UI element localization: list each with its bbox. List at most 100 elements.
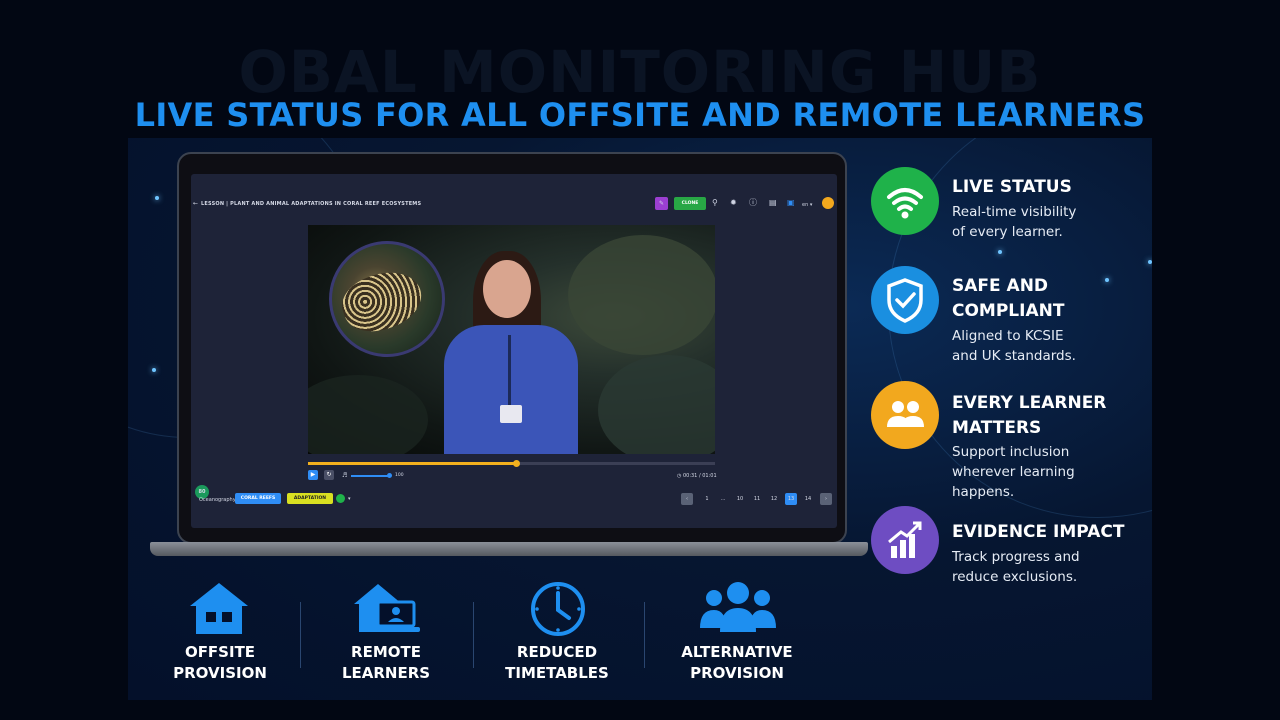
video-player[interactable]	[308, 225, 715, 454]
play-button[interactable]: ▶	[308, 470, 318, 480]
feature-title-safe-compliant: SAFE AND COMPLIANT	[952, 274, 1064, 324]
laptop-base	[150, 542, 868, 556]
page-title: LIVE STATUS FOR ALL OFFSITE AND REMOTE L…	[134, 96, 1146, 134]
feature-desc-every-learner: Support inclusion wherever learning happ…	[952, 442, 1075, 502]
page-10[interactable]: 10	[734, 493, 746, 505]
category-remote-learners: REMOTE LEARNERS	[326, 642, 446, 684]
divider	[644, 602, 645, 668]
feature-title-live-status: LIVE STATUS	[952, 177, 1072, 197]
next-page-button[interactable]: ›	[820, 493, 832, 505]
category-label-line: REDUCED	[516, 643, 598, 661]
category-reduced-timetables: REDUCED TIMETABLES	[497, 642, 617, 684]
feature-desc-line: of every learner.	[952, 224, 1063, 240]
feature-title-line: COMPLIANT	[952, 301, 1065, 321]
video-progress-bar[interactable]	[308, 460, 715, 467]
category-label-line: PROVISION	[690, 664, 784, 682]
volume-slider[interactable]	[351, 475, 389, 477]
video-time-text: 00:31 / 01:01	[682, 473, 717, 479]
glow-dot	[998, 250, 1002, 254]
breadcrumb: LESSON | PLANT AND ANIMAL ADAPTATIONS IN…	[201, 201, 421, 207]
category-label-line: PROVISION	[173, 664, 267, 682]
breadcrumb-lesson-title: PLANT AND ANIMAL ADAPTATIONS IN CORAL RE…	[230, 201, 422, 207]
clock-icon	[529, 580, 587, 642]
home-laptop-icon	[352, 580, 422, 640]
tag-coral-reefs[interactable]: CORAL REEFS	[235, 493, 281, 504]
presenter-body	[444, 325, 578, 454]
divider	[473, 602, 474, 668]
moray-eel	[335, 261, 429, 342]
video-progress-handle[interactable]	[512, 460, 520, 467]
feature-desc-line: happens.	[952, 484, 1015, 500]
volume-label: 100	[395, 473, 404, 478]
feature-desc-live-status: Real-time visibility of every learner.	[952, 202, 1076, 242]
moray-eel-inset	[329, 241, 445, 357]
replay-button[interactable]: ↻	[324, 470, 334, 480]
category-offsite-provision: OFFSITE PROVISION	[160, 642, 280, 684]
chevron-down-icon[interactable]: ▾	[348, 496, 351, 502]
category-label-line: LEARNERS	[341, 664, 431, 682]
pen-icon[interactable]: ✎	[655, 197, 668, 210]
page-13-active[interactable]: 13	[785, 493, 797, 505]
feature-desc-line: Support inclusion	[952, 444, 1070, 460]
feature-title-line: EVERY LEARNER	[952, 393, 1107, 413]
house-icon	[186, 580, 252, 640]
volume-handle[interactable]	[387, 473, 392, 478]
tag-adaptation-label: ADAPTATION	[293, 496, 327, 501]
chart-up-icon	[871, 506, 939, 574]
feature-desc-evidence-impact: Track progress and reduce exclusions.	[952, 547, 1080, 587]
feature-title-every-learner: EVERY LEARNER MATTERS	[952, 391, 1106, 441]
category-label-line: ALTERNATIVE	[681, 643, 793, 661]
feature-title-line: MATTERS	[952, 418, 1042, 438]
category-alternative-provision: ALTERNATIVE PROVISION	[672, 642, 802, 684]
feature-desc-line: reduce exclusions.	[952, 569, 1078, 585]
category-label: Oceanography	[199, 497, 236, 503]
calendar-icon[interactable]: ▤	[769, 199, 777, 207]
category-label-line: TIMETABLES	[505, 664, 609, 682]
page-1[interactable]: 1	[701, 493, 713, 505]
feature-desc-line: and UK standards.	[952, 348, 1076, 364]
tag-adaptation[interactable]: ADAPTATION	[287, 493, 333, 504]
presenter-face	[483, 260, 531, 318]
lesson-app-window: ← LESSON | PLANT AND ANIMAL ADAPTATIONS …	[191, 174, 837, 528]
language-select[interactable]: en ▾	[802, 201, 812, 209]
volume-icon[interactable]: ♬	[342, 472, 347, 479]
video-progress-fill	[308, 462, 516, 465]
reef-background	[598, 355, 715, 454]
divider	[300, 602, 301, 668]
feature-desc-line: Track progress and	[952, 549, 1080, 565]
glow-dot	[155, 196, 159, 200]
category-label-line: OFFSITE	[184, 643, 256, 661]
clone-button[interactable]: CLONE	[674, 197, 706, 210]
feature-desc-line: Real-time visibility	[952, 204, 1077, 220]
feature-title-evidence-impact: EVIDENCE IMPACT	[952, 522, 1125, 542]
lesson-bottom-bar: 80 Oceanography CORAL REEFS ADAPTATION ▾…	[191, 485, 837, 516]
app-topbar: ← LESSON | PLANT AND ANIMAL ADAPTATIONS …	[191, 194, 837, 214]
presenter-badge	[500, 405, 522, 423]
feature-desc-line: Aligned to KCSIE	[952, 328, 1064, 344]
glow-dot	[152, 368, 156, 372]
help-icon[interactable]: ⓘ	[749, 199, 757, 207]
glow-dot	[1105, 278, 1109, 282]
feature-desc-line: wherever learning	[952, 464, 1075, 480]
page-12[interactable]: 12	[768, 493, 780, 505]
presenter-lanyard	[508, 335, 511, 405]
feature-title-line: SAFE AND	[952, 276, 1049, 296]
reef-background	[308, 375, 428, 454]
user-avatar[interactable]	[822, 197, 834, 209]
add-tag-button[interactable]	[336, 494, 345, 503]
search-icon[interactable]: ⚲	[712, 199, 718, 207]
arrow-left-icon[interactable]: ←	[193, 200, 198, 207]
people-icon	[871, 381, 939, 449]
page-ellipsis: ...	[720, 496, 726, 502]
prev-page-button[interactable]: ‹	[681, 493, 693, 505]
language-label: en	[802, 202, 809, 208]
page-11[interactable]: 11	[751, 493, 763, 505]
category-label-line: REMOTE	[351, 643, 421, 661]
glow-dot	[1148, 260, 1152, 264]
bug-icon[interactable]: ✹	[730, 199, 737, 207]
breadcrumb-section[interactable]: LESSON	[201, 201, 224, 207]
shield-check-icon	[871, 266, 939, 334]
reef-background	[568, 235, 715, 355]
page-14[interactable]: 14	[802, 493, 814, 505]
bot-icon[interactable]: ▣	[787, 199, 795, 207]
